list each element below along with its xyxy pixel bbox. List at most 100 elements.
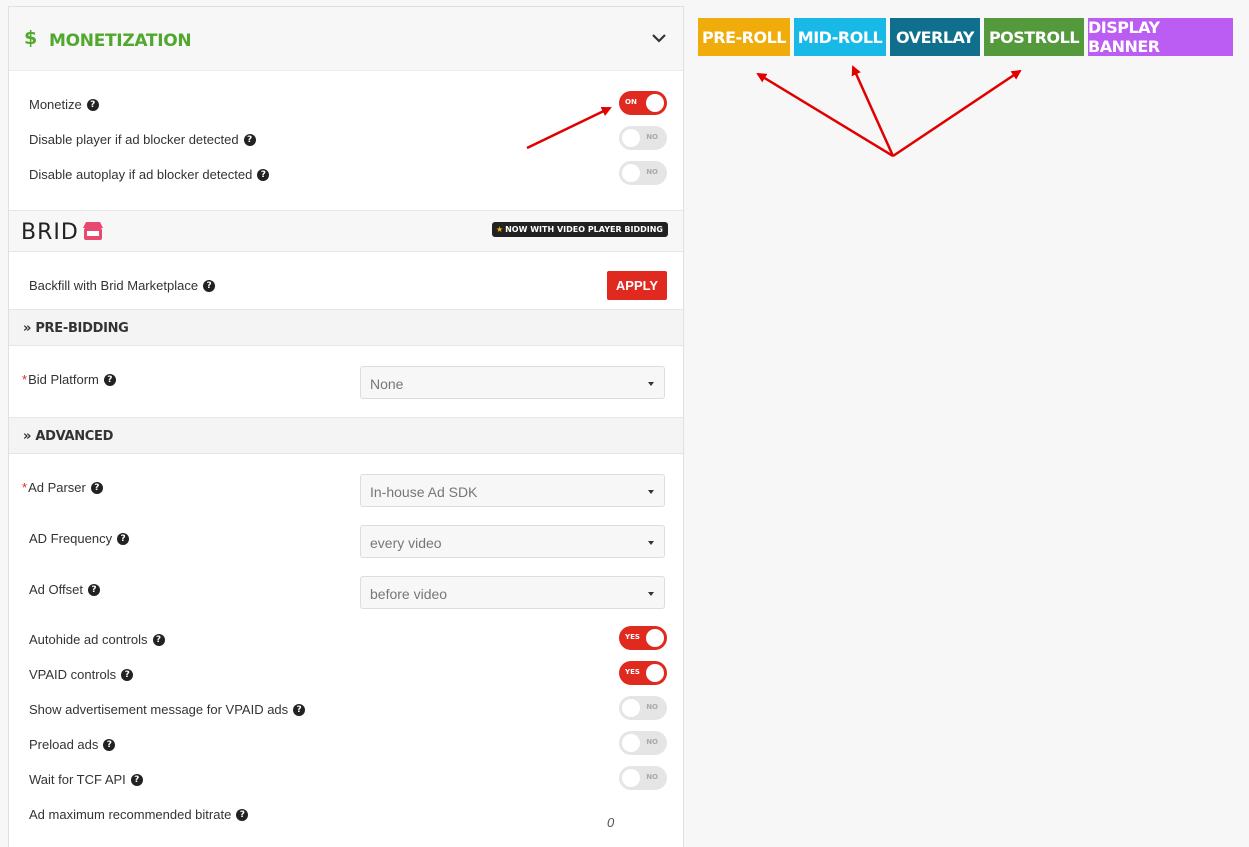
ad-frequency-label: AD Frequency	[29, 531, 113, 546]
bitrate-row: Ad maximum recommended bitrate ?	[29, 807, 249, 822]
help-icon[interactable]: ?	[117, 532, 130, 545]
preload-toggle[interactable]: NO	[619, 731, 667, 755]
disable-autoplay-toggle[interactable]: NO	[619, 161, 667, 185]
apply-button[interactable]: APPLY	[607, 271, 667, 300]
brid-logo: BRID	[21, 220, 79, 245]
show-ad-message-label: Show advertisement message for VPAID ads	[29, 702, 289, 717]
help-icon[interactable]: ?	[243, 133, 256, 146]
ad-offset-value: before video	[370, 586, 448, 602]
toggle-knob	[622, 699, 640, 717]
tab-pre-roll[interactable]: PRE-ROLL	[698, 18, 790, 56]
toggle-knob	[646, 629, 664, 647]
toggle-state-label: ON	[625, 98, 637, 106]
bitrate-value[interactable]: 0	[607, 815, 614, 830]
tab-mid-roll[interactable]: MID-ROLL	[794, 18, 886, 56]
help-icon[interactable]: ?	[103, 738, 116, 751]
backfill-row: Backfill with Brid Marketplace ?	[29, 278, 216, 293]
autohide-label: Autohide ad controls	[29, 632, 148, 647]
toggle-knob	[646, 664, 664, 682]
double-chevron-right-icon: »	[23, 429, 36, 444]
tcf-toggle[interactable]: NO	[619, 766, 667, 790]
advanced-section[interactable]: » ADVANCED	[9, 417, 683, 454]
preload-label: Preload ads	[29, 737, 99, 752]
toggle-state-label: NO	[646, 703, 658, 711]
toggle-state-label: NO	[646, 738, 658, 746]
monetize-toggle[interactable]: ON	[619, 91, 667, 115]
chevron-down-icon[interactable]	[650, 29, 668, 47]
ad-parser-value: In-house Ad SDK	[370, 484, 478, 500]
monetize-label: Monetize	[29, 97, 82, 112]
panel-header[interactable]: $ MONETIZATION	[9, 7, 683, 71]
help-icon[interactable]: ?	[90, 481, 103, 494]
ad-parser-select[interactable]: In-house Ad SDK	[360, 474, 665, 507]
help-icon[interactable]: ?	[293, 703, 306, 716]
advanced-title-text: ADVANCED	[35, 429, 114, 444]
panel-title: MONETIZATION	[49, 31, 192, 51]
monetization-panel: $ MONETIZATION Monetize ? ON Disable pla…	[8, 6, 684, 847]
help-icon[interactable]: ?	[203, 279, 216, 292]
disable-player-toggle[interactable]: NO	[619, 126, 667, 150]
pre-bidding-section[interactable]: » PRE-BIDDING	[9, 309, 683, 346]
show-ad-message-toggle[interactable]: NO	[619, 696, 667, 720]
disable-player-label: Disable player if ad blocker detected	[29, 132, 239, 147]
ad-frequency-select[interactable]: every video	[360, 525, 665, 558]
help-icon[interactable]: ?	[86, 98, 99, 111]
bid-platform-select[interactable]: None	[360, 366, 665, 399]
tcf-label: Wait for TCF API	[29, 772, 126, 787]
autohide-toggle[interactable]: YES	[619, 626, 667, 650]
arrow-to-mid-roll	[851, 65, 895, 157]
monetize-row: Monetize ?	[29, 97, 99, 112]
vpaid-controls-label: VPAID controls	[29, 667, 117, 682]
caret-down-icon	[648, 490, 654, 494]
help-icon[interactable]: ?	[257, 168, 270, 181]
ad-frequency-row: AD Frequency ?	[29, 531, 130, 546]
backfill-label: Backfill with Brid Marketplace	[29, 278, 199, 293]
double-chevron-right-icon: »	[23, 321, 36, 336]
star-icon: ★	[495, 225, 504, 234]
preload-row: Preload ads ?	[29, 737, 116, 752]
caret-down-icon	[648, 592, 654, 596]
ad-frequency-value: every video	[370, 535, 442, 551]
tab-postroll[interactable]: POSTROLL	[984, 18, 1084, 56]
store-icon	[83, 222, 103, 240]
toggle-state-label: NO	[646, 168, 658, 176]
ad-parser-label: Ad Parser	[28, 480, 86, 495]
ad-offset-select[interactable]: before video	[360, 576, 665, 609]
help-icon[interactable]: ?	[121, 668, 134, 681]
help-icon[interactable]: ?	[236, 808, 249, 821]
toggle-state-label: NO	[646, 773, 658, 781]
toggle-knob	[646, 94, 664, 112]
bid-platform-value: None	[370, 376, 404, 392]
toggle-state-label: NO	[646, 133, 658, 141]
required-marker: *	[22, 480, 28, 495]
dollar-icon: $	[24, 27, 38, 49]
help-icon[interactable]: ?	[103, 373, 116, 386]
required-marker: *	[22, 372, 28, 387]
caret-down-icon	[648, 382, 654, 386]
advanced-title: » ADVANCED	[23, 429, 113, 444]
bid-platform-label: Bid Platform	[28, 372, 99, 387]
help-icon[interactable]: ?	[87, 583, 100, 596]
bitrate-label: Ad maximum recommended bitrate	[29, 807, 232, 822]
toggle-state-label: YES	[625, 668, 640, 676]
ad-parser-row: * Ad Parser ?	[22, 480, 103, 495]
bid-platform-row: * Bid Platform ?	[22, 372, 116, 387]
arrow-to-pre-roll	[756, 72, 894, 158]
vpaid-controls-toggle[interactable]: YES	[619, 661, 667, 685]
toggle-knob	[622, 769, 640, 787]
toggle-knob	[622, 164, 640, 182]
help-icon[interactable]: ?	[130, 773, 143, 786]
pre-bidding-title-text: PRE-BIDDING	[35, 321, 129, 336]
video-player-bidding-badge: ★ NOW WITH VIDEO PLAYER BIDDING	[491, 222, 668, 237]
disable-autoplay-label: Disable autoplay if ad blocker detected	[29, 167, 253, 182]
toggle-knob	[622, 129, 640, 147]
tcf-row: Wait for TCF API ?	[29, 772, 143, 787]
help-icon[interactable]: ?	[152, 633, 165, 646]
tab-display-banner[interactable]: DISPLAY BANNER	[1088, 18, 1233, 56]
toggle-knob	[622, 734, 640, 752]
ad-offset-row: Ad Offset ?	[29, 582, 100, 597]
arrow-to-postroll	[892, 69, 1022, 158]
tab-overlay[interactable]: OVERLAY	[890, 18, 980, 56]
disable-autoplay-row: Disable autoplay if ad blocker detected …	[29, 167, 270, 182]
caret-down-icon	[648, 541, 654, 545]
